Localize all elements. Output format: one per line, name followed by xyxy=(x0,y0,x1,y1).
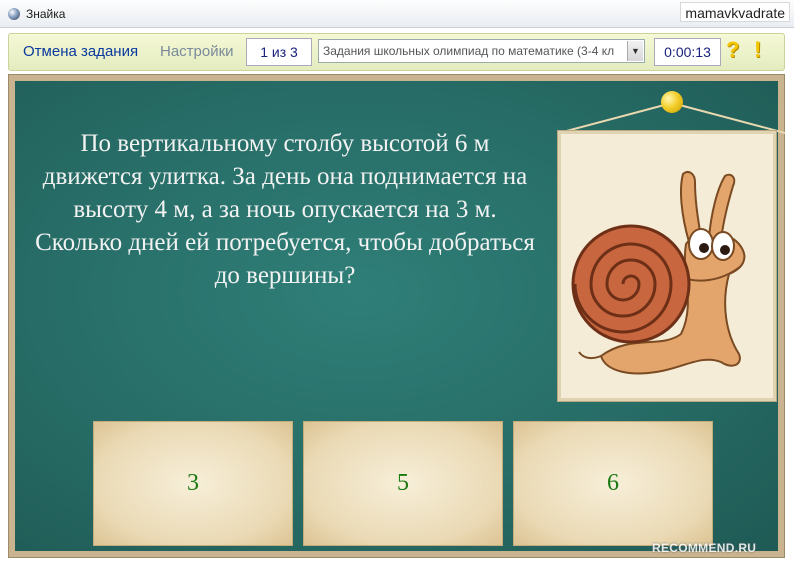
pin-icon xyxy=(661,91,683,113)
answer-label: 3 xyxy=(187,470,199,496)
help-button[interactable]: ? xyxy=(726,37,739,63)
hint-button[interactable]: ! xyxy=(754,37,761,63)
answer-card-2[interactable]: 5 xyxy=(303,421,503,546)
window-title: Знайка xyxy=(26,7,66,21)
toolbar: Отмена задания Настройки 1 из 3 Задания … xyxy=(8,33,785,71)
question-text: По вертикальному столбу высотой 6 м движ… xyxy=(35,130,535,289)
snail-illustration xyxy=(571,171,746,375)
user-watermark: mamavkvadrate xyxy=(680,2,790,22)
window-title-bar: Знайка mamavkvadrate xyxy=(0,0,794,28)
app-icon xyxy=(8,8,20,20)
settings-button[interactable]: Настройки xyxy=(160,43,234,60)
timer: 0:00:13 xyxy=(654,38,721,66)
cancel-task-button[interactable]: Отмена задания xyxy=(23,43,138,60)
task-counter: 1 из 3 xyxy=(246,38,312,66)
chalkboard-frame: По вертикальному столбу высотой 6 м движ… xyxy=(8,74,786,558)
snail-picture xyxy=(558,131,776,401)
answer-label: 6 xyxy=(607,470,619,496)
chevron-down-icon[interactable]: ▼ xyxy=(627,41,643,61)
site-watermark: RECOMMEND.RU xyxy=(652,541,757,555)
task-set-value: Задания школьных олимпиад по математике … xyxy=(323,44,615,58)
task-set-select[interactable]: Задания школьных олимпиад по математике … xyxy=(318,39,645,63)
answer-card-1[interactable]: 3 xyxy=(93,421,293,546)
answer-card-3[interactable]: 6 xyxy=(513,421,713,546)
chalkboard: По вертикальному столбу высотой 6 м движ… xyxy=(15,81,786,551)
answer-label: 5 xyxy=(397,470,409,496)
